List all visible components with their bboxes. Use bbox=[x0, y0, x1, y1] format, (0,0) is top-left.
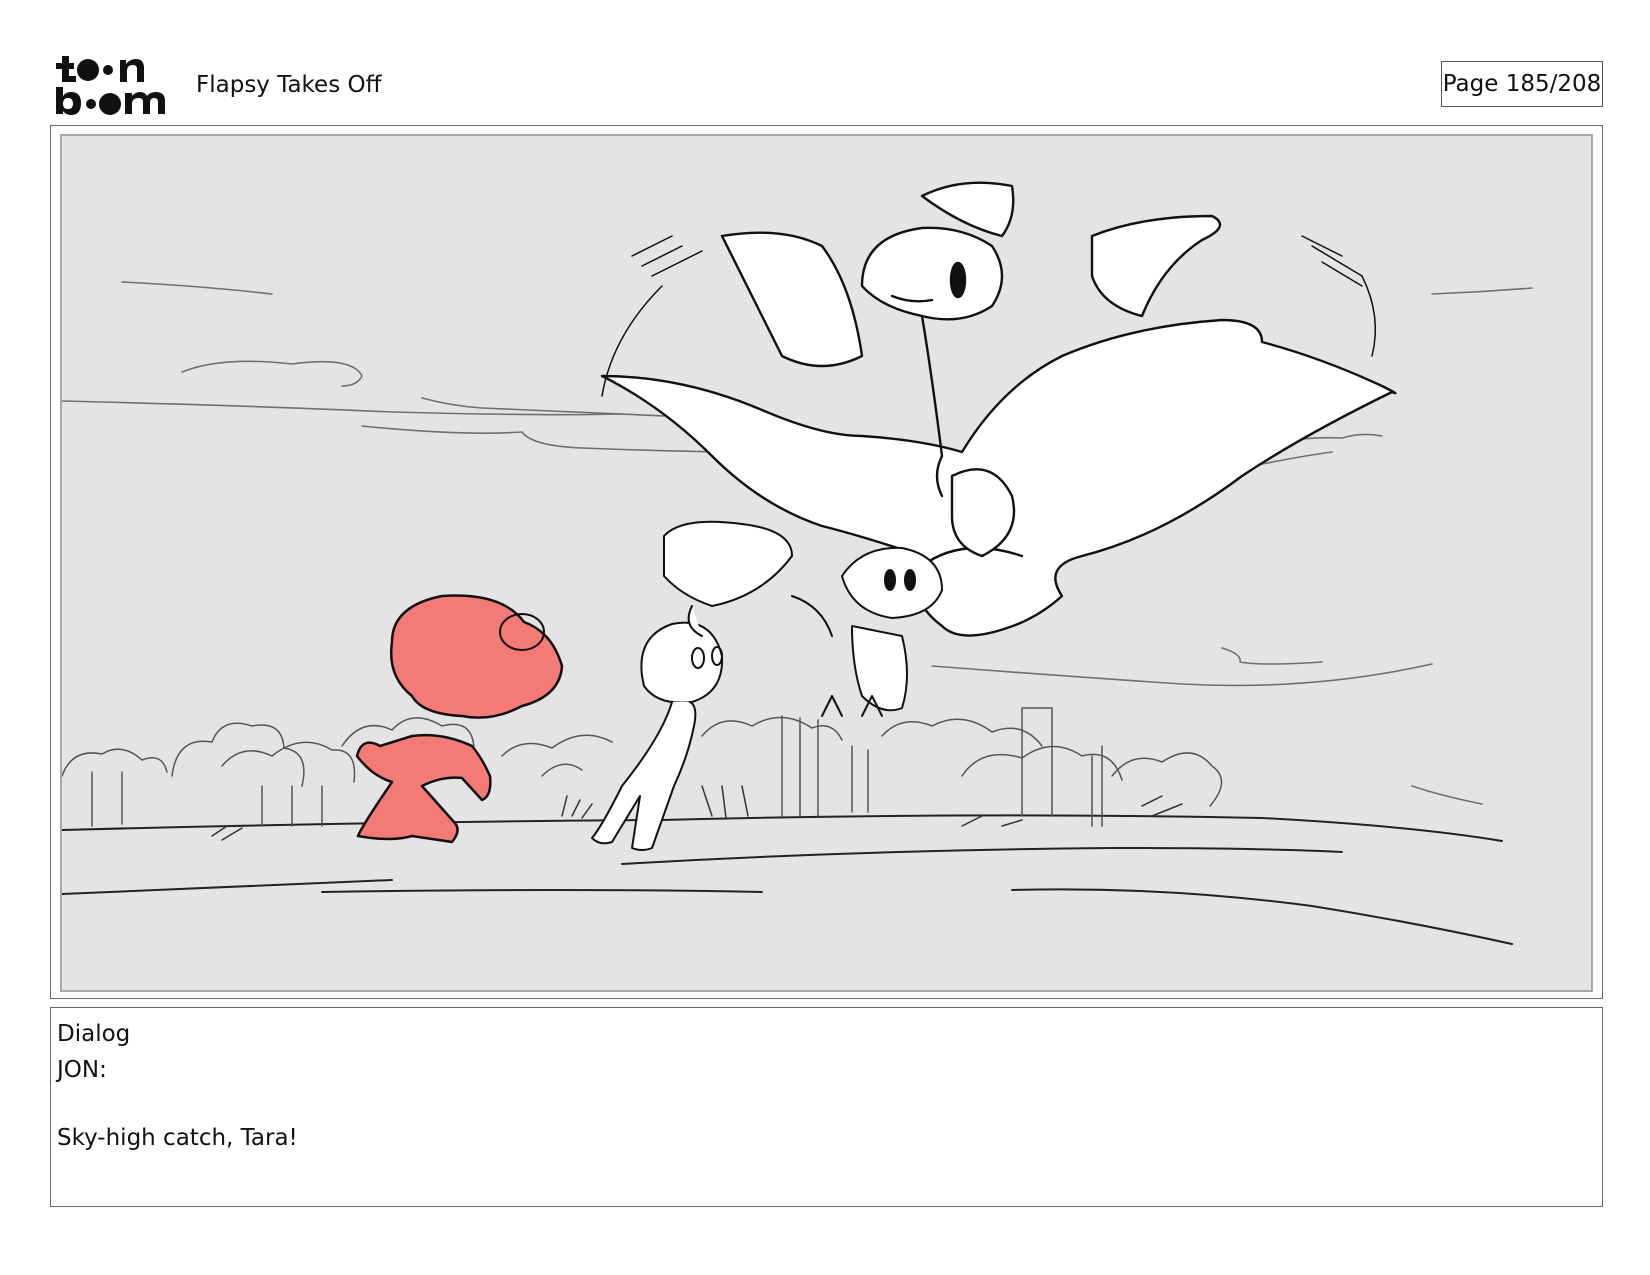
small-creature-character bbox=[791, 546, 943, 717]
grass-sketches bbox=[211, 785, 1183, 841]
project-title: Flapsy Takes Off bbox=[196, 72, 382, 98]
dialog-speaker: JON: bbox=[57, 1057, 107, 1083]
storyboard-panel-image bbox=[60, 134, 1593, 992]
dialog-box: Dialog JON: Sky-high catch, Tara! bbox=[50, 1007, 1603, 1207]
boy-character bbox=[591, 520, 793, 851]
ground-lines bbox=[62, 814, 1513, 945]
dialog-heading: Dialog bbox=[57, 1021, 131, 1047]
dialog-line: Sky-high catch, Tara! bbox=[57, 1125, 298, 1151]
page-counter: Page 185/208 bbox=[1441, 61, 1603, 107]
red-character bbox=[355, 594, 564, 844]
toon-boom-logo bbox=[54, 54, 171, 116]
